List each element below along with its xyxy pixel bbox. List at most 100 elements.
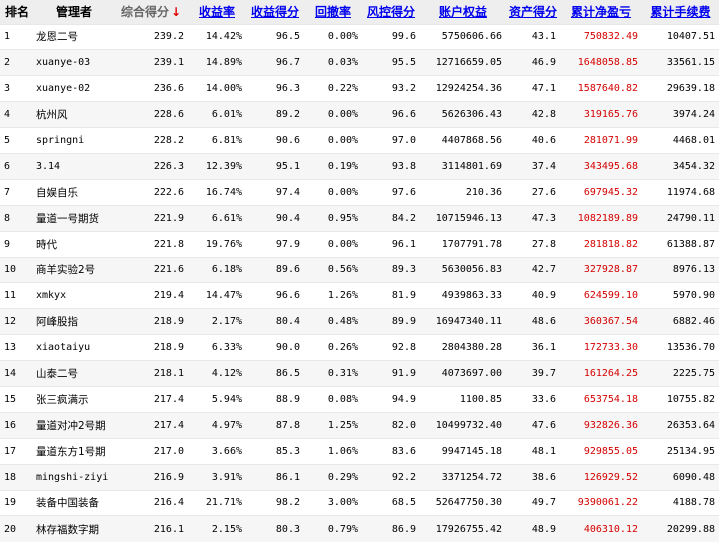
return-rate-cell: 16.74% bbox=[188, 178, 246, 206]
net-pnl-cell: 161264.25 bbox=[560, 360, 642, 387]
asset-score-cell: 27.6 bbox=[506, 178, 560, 206]
rank-cell: 16 bbox=[0, 411, 34, 439]
table-row: 16 量道对冲2号期 217.4 4.97% 87.8 1.25% 82.0 10499732… bbox=[0, 411, 719, 439]
table-row: 6 3.14 226.3 12.39% 95.1 0.19% 93.8 3114801.69 3… bbox=[0, 152, 719, 180]
drawdown-cell: 3.00% bbox=[304, 489, 362, 516]
composite-score-cell: 217.4 bbox=[114, 411, 188, 439]
ranking-table: 排名 管理者 综合得分 ↓ 收益率 收益得分 回撤率 风控得分 账户权益 资产得分… bbox=[0, 0, 719, 542]
composite-score-cell: 222.6 bbox=[114, 178, 188, 206]
account-equity-cell: 10499732.40 bbox=[420, 411, 506, 439]
composite-score-cell: 236.6 bbox=[114, 75, 188, 102]
manager-cell: xmkyx bbox=[34, 282, 114, 309]
return-rate-cell: 2.15% bbox=[188, 515, 246, 542]
drawdown-cell: 0.56% bbox=[304, 256, 362, 283]
risk-score-cell: 92.2 bbox=[362, 463, 420, 491]
col-return-score[interactable]: 收益得分 bbox=[246, 0, 304, 24]
return-rate-cell: 6.61% bbox=[188, 204, 246, 232]
fees-cell: 6090.48 bbox=[642, 463, 719, 491]
net-pnl-cell: 406310.12 bbox=[560, 515, 642, 542]
drawdown-cell: 0.00% bbox=[304, 178, 362, 206]
account-equity-cell: 3371254.72 bbox=[420, 463, 506, 491]
col-return-rate[interactable]: 收益率 bbox=[188, 0, 246, 24]
net-pnl-cell: 932826.36 bbox=[560, 411, 642, 439]
drawdown-cell: 0.00% bbox=[304, 127, 362, 154]
risk-score-cell: 97.0 bbox=[362, 127, 420, 154]
fees-cell: 3454.32 bbox=[642, 152, 719, 180]
composite-score-cell: 221.6 bbox=[114, 256, 188, 283]
account-equity-cell: 16947340.11 bbox=[420, 308, 506, 335]
return-score-cell: 80.4 bbox=[246, 308, 304, 335]
asset-score-cell: 47.1 bbox=[506, 75, 560, 102]
risk-score-cell: 86.9 bbox=[362, 515, 420, 542]
net-pnl-cell: 750832.49 bbox=[560, 23, 642, 50]
col-drawdown[interactable]: 回撤率 bbox=[304, 0, 362, 24]
asset-score-cell: 48.6 bbox=[506, 308, 560, 335]
risk-score-cell: 93.2 bbox=[362, 75, 420, 102]
manager-cell: 量道对冲2号期 bbox=[34, 411, 114, 439]
account-equity-cell: 9947145.18 bbox=[420, 437, 506, 465]
col-asset-score[interactable]: 资产得分 bbox=[506, 0, 560, 24]
return-rate-cell: 3.91% bbox=[188, 463, 246, 491]
composite-score-cell: 221.8 bbox=[114, 230, 188, 258]
col-account-equity[interactable]: 账户权益 bbox=[420, 0, 506, 24]
net-pnl-cell: 624599.10 bbox=[560, 282, 642, 309]
composite-score-cell: 216.9 bbox=[114, 463, 188, 491]
table-row: 2 xuanye-03 239.1 14.89% 96.7 0.03% 95.5 127166… bbox=[0, 49, 719, 76]
risk-score-cell: 84.2 bbox=[362, 204, 420, 232]
return-rate-cell: 6.18% bbox=[188, 256, 246, 283]
manager-cell: 装备中国装备 bbox=[34, 489, 114, 516]
composite-score-cell: 239.1 bbox=[114, 49, 188, 76]
return-score-cell: 98.2 bbox=[246, 489, 304, 516]
asset-score-cell: 27.8 bbox=[506, 230, 560, 258]
fees-cell: 61388.87 bbox=[642, 230, 719, 258]
account-equity-cell: 5750606.66 bbox=[420, 23, 506, 50]
account-equity-cell: 5626306.43 bbox=[420, 101, 506, 128]
col-fees[interactable]: 累计手续费 bbox=[642, 0, 719, 24]
col-risk-score[interactable]: 风控得分 bbox=[362, 0, 420, 24]
table-row: 3 xuanye-02 236.6 14.00% 96.3 0.22% 93.2 129242… bbox=[0, 75, 719, 102]
rank-cell: 13 bbox=[0, 334, 34, 361]
manager-cell: 张三疯满示 bbox=[34, 385, 114, 413]
table-row: 12 阿峰股指 218.9 2.17% 80.4 0.48% 89.9 16947340.11… bbox=[0, 308, 719, 335]
drawdown-cell: 0.31% bbox=[304, 360, 362, 387]
return-rate-cell: 14.47% bbox=[188, 282, 246, 309]
account-equity-cell: 10715946.13 bbox=[420, 204, 506, 232]
asset-score-cell: 46.9 bbox=[506, 49, 560, 76]
drawdown-cell: 0.00% bbox=[304, 23, 362, 50]
drawdown-cell: 0.95% bbox=[304, 204, 362, 232]
rank-cell: 8 bbox=[0, 204, 34, 232]
fees-cell: 25134.95 bbox=[642, 437, 719, 465]
col-composite-score[interactable]: 综合得分 ↓ bbox=[114, 0, 188, 24]
composite-score-cell: 218.9 bbox=[114, 308, 188, 335]
risk-score-cell: 93.8 bbox=[362, 152, 420, 180]
net-pnl-cell: 929855.05 bbox=[560, 437, 642, 465]
fees-cell: 10755.82 bbox=[642, 385, 719, 413]
account-equity-cell: 12924254.36 bbox=[420, 75, 506, 102]
risk-score-cell: 99.6 bbox=[362, 23, 420, 50]
composite-score-cell: 239.2 bbox=[114, 23, 188, 50]
col-composite-score-label[interactable]: 综合得分 bbox=[121, 5, 169, 19]
net-pnl-cell: 327928.87 bbox=[560, 256, 642, 283]
manager-cell: xiaotaiyu bbox=[34, 334, 114, 361]
asset-score-cell: 48.9 bbox=[506, 515, 560, 542]
risk-score-cell: 82.0 bbox=[362, 411, 420, 439]
asset-score-cell: 42.8 bbox=[506, 101, 560, 128]
asset-score-cell: 48.1 bbox=[506, 437, 560, 465]
risk-score-cell: 97.6 bbox=[362, 178, 420, 206]
rank-cell: 4 bbox=[0, 101, 34, 128]
net-pnl-cell: 360367.54 bbox=[560, 308, 642, 335]
fees-cell: 4468.01 bbox=[642, 127, 719, 154]
fees-cell: 4188.78 bbox=[642, 489, 719, 516]
rank-cell: 20 bbox=[0, 515, 34, 542]
composite-score-cell: 216.1 bbox=[114, 515, 188, 542]
col-net-pnl[interactable]: 累计净盈亏 bbox=[560, 0, 642, 24]
return-score-cell: 86.1 bbox=[246, 463, 304, 491]
risk-score-cell: 96.6 bbox=[362, 101, 420, 128]
return-score-cell: 97.9 bbox=[246, 230, 304, 258]
account-equity-cell: 12716659.05 bbox=[420, 49, 506, 76]
drawdown-cell: 0.19% bbox=[304, 152, 362, 180]
net-pnl-cell: 281071.99 bbox=[560, 127, 642, 154]
asset-score-cell: 47.6 bbox=[506, 411, 560, 439]
drawdown-cell: 0.26% bbox=[304, 334, 362, 361]
return-rate-cell: 14.00% bbox=[188, 75, 246, 102]
